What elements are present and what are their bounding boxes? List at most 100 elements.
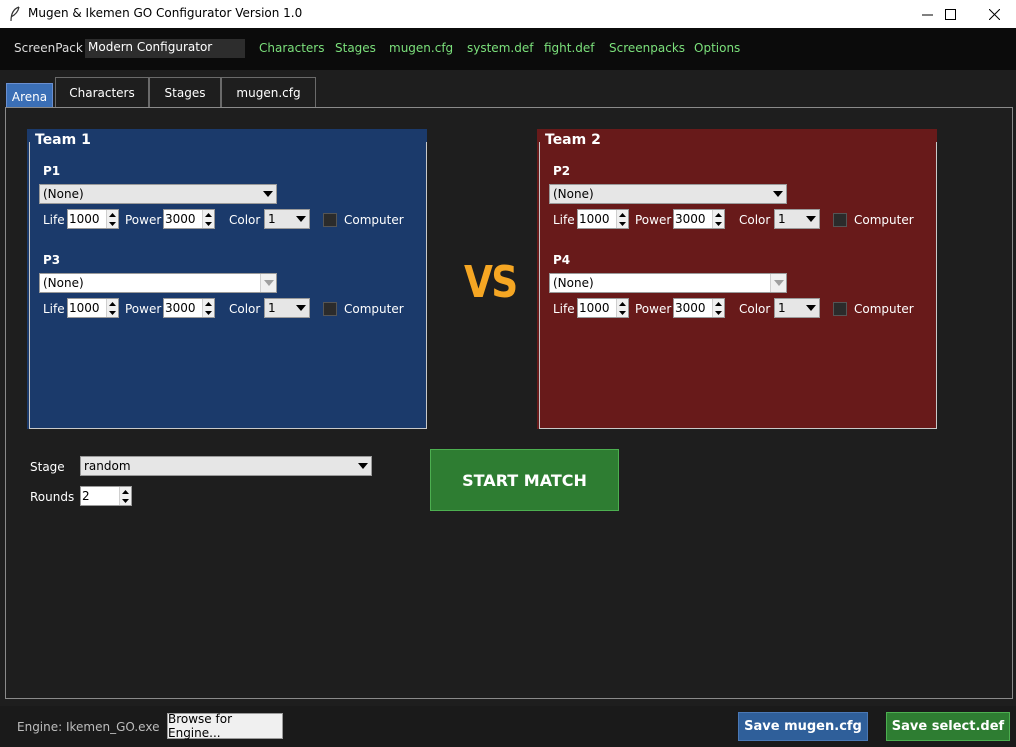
maximize-button[interactable]: [927, 0, 973, 28]
start-match-button[interactable]: START MATCH: [430, 449, 619, 511]
spin-down-icon: [715, 221, 722, 226]
p1-power-label: Power: [125, 213, 162, 227]
chevron-down-icon: [770, 185, 786, 203]
p4-character-select[interactable]: (None): [549, 273, 787, 293]
p2-color-select[interactable]: 1: [774, 209, 820, 229]
p1-computer-label: Computer: [344, 213, 404, 227]
chevron-down-icon: [293, 210, 309, 228]
p1-label: P1: [43, 164, 61, 178]
spin-down-icon: [205, 310, 212, 315]
save-mugen-cfg-button[interactable]: Save mugen.cfg: [738, 712, 868, 741]
p3-label: P3: [43, 253, 61, 267]
p2-power-label: Power: [635, 213, 672, 227]
feather-icon: [9, 6, 21, 22]
team-1-title: Team 1: [33, 132, 93, 148]
p2-label: P2: [553, 164, 571, 178]
menu-screenpacks[interactable]: Screenpacks: [609, 41, 685, 55]
p4-power-spinbox[interactable]: 3000: [673, 298, 725, 318]
p3-power-label: Power: [125, 302, 162, 316]
menu-characters[interactable]: Characters: [259, 41, 325, 55]
p3-power-spinbox[interactable]: 3000: [163, 298, 215, 318]
spin-down-icon: [205, 221, 212, 226]
chevron-down-icon: [260, 274, 276, 292]
stage-label: Stage: [30, 460, 65, 474]
p2-life-spinbox[interactable]: 1000: [577, 209, 629, 229]
chevron-down-icon: [293, 299, 309, 317]
p1-character-select[interactable]: (None): [39, 184, 277, 204]
p4-computer-label: Computer: [854, 302, 914, 316]
p1-life-label: Life: [43, 213, 65, 227]
team-1-panel: Team 1 P1 (None) Life 1000 Power 3000 Co…: [27, 129, 427, 429]
spin-up-icon: [109, 212, 116, 217]
chevron-down-icon: [770, 274, 786, 292]
tab-arena[interactable]: Arena: [6, 83, 53, 110]
menu-system-def[interactable]: system.def: [467, 41, 533, 55]
spin-up-icon: [205, 301, 212, 306]
spin-up-icon: [715, 301, 722, 306]
engine-path-label: Engine: Ikemen_GO.exe: [17, 720, 160, 734]
rounds-spinbox[interactable]: 2: [80, 486, 132, 506]
menu-stages[interactable]: Stages: [335, 41, 376, 55]
p1-color-label: Color: [229, 213, 261, 227]
p2-color-label: Color: [739, 213, 771, 227]
tab-mugen-cfg[interactable]: mugen.cfg: [221, 77, 316, 107]
p2-power-spinbox[interactable]: 3000: [673, 209, 725, 229]
p2-computer-checkbox[interactable]: [833, 213, 847, 227]
stage-select[interactable]: random: [80, 456, 372, 476]
p3-life-spinbox[interactable]: 1000: [67, 298, 119, 318]
close-icon: [989, 8, 1000, 20]
menu-options[interactable]: Options: [694, 41, 740, 55]
p3-computer-checkbox[interactable]: [323, 302, 337, 316]
p1-color-select[interactable]: 1: [264, 209, 310, 229]
screenpack-field[interactable]: Modern Configurator: [85, 39, 245, 58]
tab-stages[interactable]: Stages: [149, 77, 221, 107]
chevron-down-icon: [803, 210, 819, 228]
p4-color-label: Color: [739, 302, 771, 316]
save-select-def-button[interactable]: Save select.def: [886, 712, 1010, 741]
spin-down-icon: [109, 221, 116, 226]
spin-up-icon: [205, 212, 212, 217]
p1-life-spinbox[interactable]: 1000: [67, 209, 119, 229]
spin-up-icon: [619, 301, 626, 306]
p4-life-label: Life: [553, 302, 575, 316]
menu-mugen-cfg[interactable]: mugen.cfg: [389, 41, 453, 55]
spin-up-icon: [109, 301, 116, 306]
menu-fight-def[interactable]: fight.def: [544, 41, 595, 55]
title-bar: Mugen & Ikemen GO Configurator Version 1…: [0, 0, 1016, 28]
p2-life-label: Life: [553, 213, 575, 227]
app-window: Mugen & Ikemen GO Configurator Version 1…: [0, 0, 1016, 747]
window-title: Mugen & Ikemen GO Configurator Version 1…: [28, 6, 303, 20]
p2-computer-label: Computer: [854, 213, 914, 227]
chevron-down-icon: [260, 185, 276, 203]
p2-character-select[interactable]: (None): [549, 184, 787, 204]
screenpack-label: ScreenPack: [14, 41, 83, 55]
spin-down-icon: [619, 310, 626, 315]
maximize-icon: [944, 8, 956, 20]
footer-bar: Engine: Ikemen_GO.exe Browse for Engine.…: [0, 706, 1016, 747]
spin-down-icon: [619, 221, 626, 226]
p1-computer-checkbox[interactable]: [323, 213, 337, 227]
spin-down-icon: [715, 310, 722, 315]
close-button[interactable]: [973, 0, 1016, 28]
p3-color-select[interactable]: 1: [264, 298, 310, 318]
p4-label: P4: [553, 253, 571, 267]
team-2-panel: Team 2 P2 (None) Life 1000 Power 3000 Co…: [537, 129, 937, 429]
p4-color-select[interactable]: 1: [774, 298, 820, 318]
chevron-down-icon: [355, 457, 371, 475]
p3-computer-label: Computer: [344, 302, 404, 316]
p4-computer-checkbox[interactable]: [833, 302, 847, 316]
tab-characters[interactable]: Characters: [55, 77, 149, 107]
p1-power-spinbox[interactable]: 3000: [163, 209, 215, 229]
p4-power-label: Power: [635, 302, 672, 316]
rounds-label: Rounds: [30, 490, 75, 504]
spin-down-icon: [109, 310, 116, 315]
spin-up-icon: [715, 212, 722, 217]
spin-up-icon: [122, 489, 129, 494]
p3-life-label: Life: [43, 302, 65, 316]
browse-engine-button[interactable]: Browse for Engine...: [167, 712, 283, 740]
p4-life-spinbox[interactable]: 1000: [577, 298, 629, 318]
menu-bar: ScreenPack Modern Configurator Character…: [0, 28, 1016, 70]
vs-text: VS: [464, 257, 518, 308]
spin-down-icon: [122, 498, 129, 503]
p3-character-select[interactable]: (None): [39, 273, 277, 293]
